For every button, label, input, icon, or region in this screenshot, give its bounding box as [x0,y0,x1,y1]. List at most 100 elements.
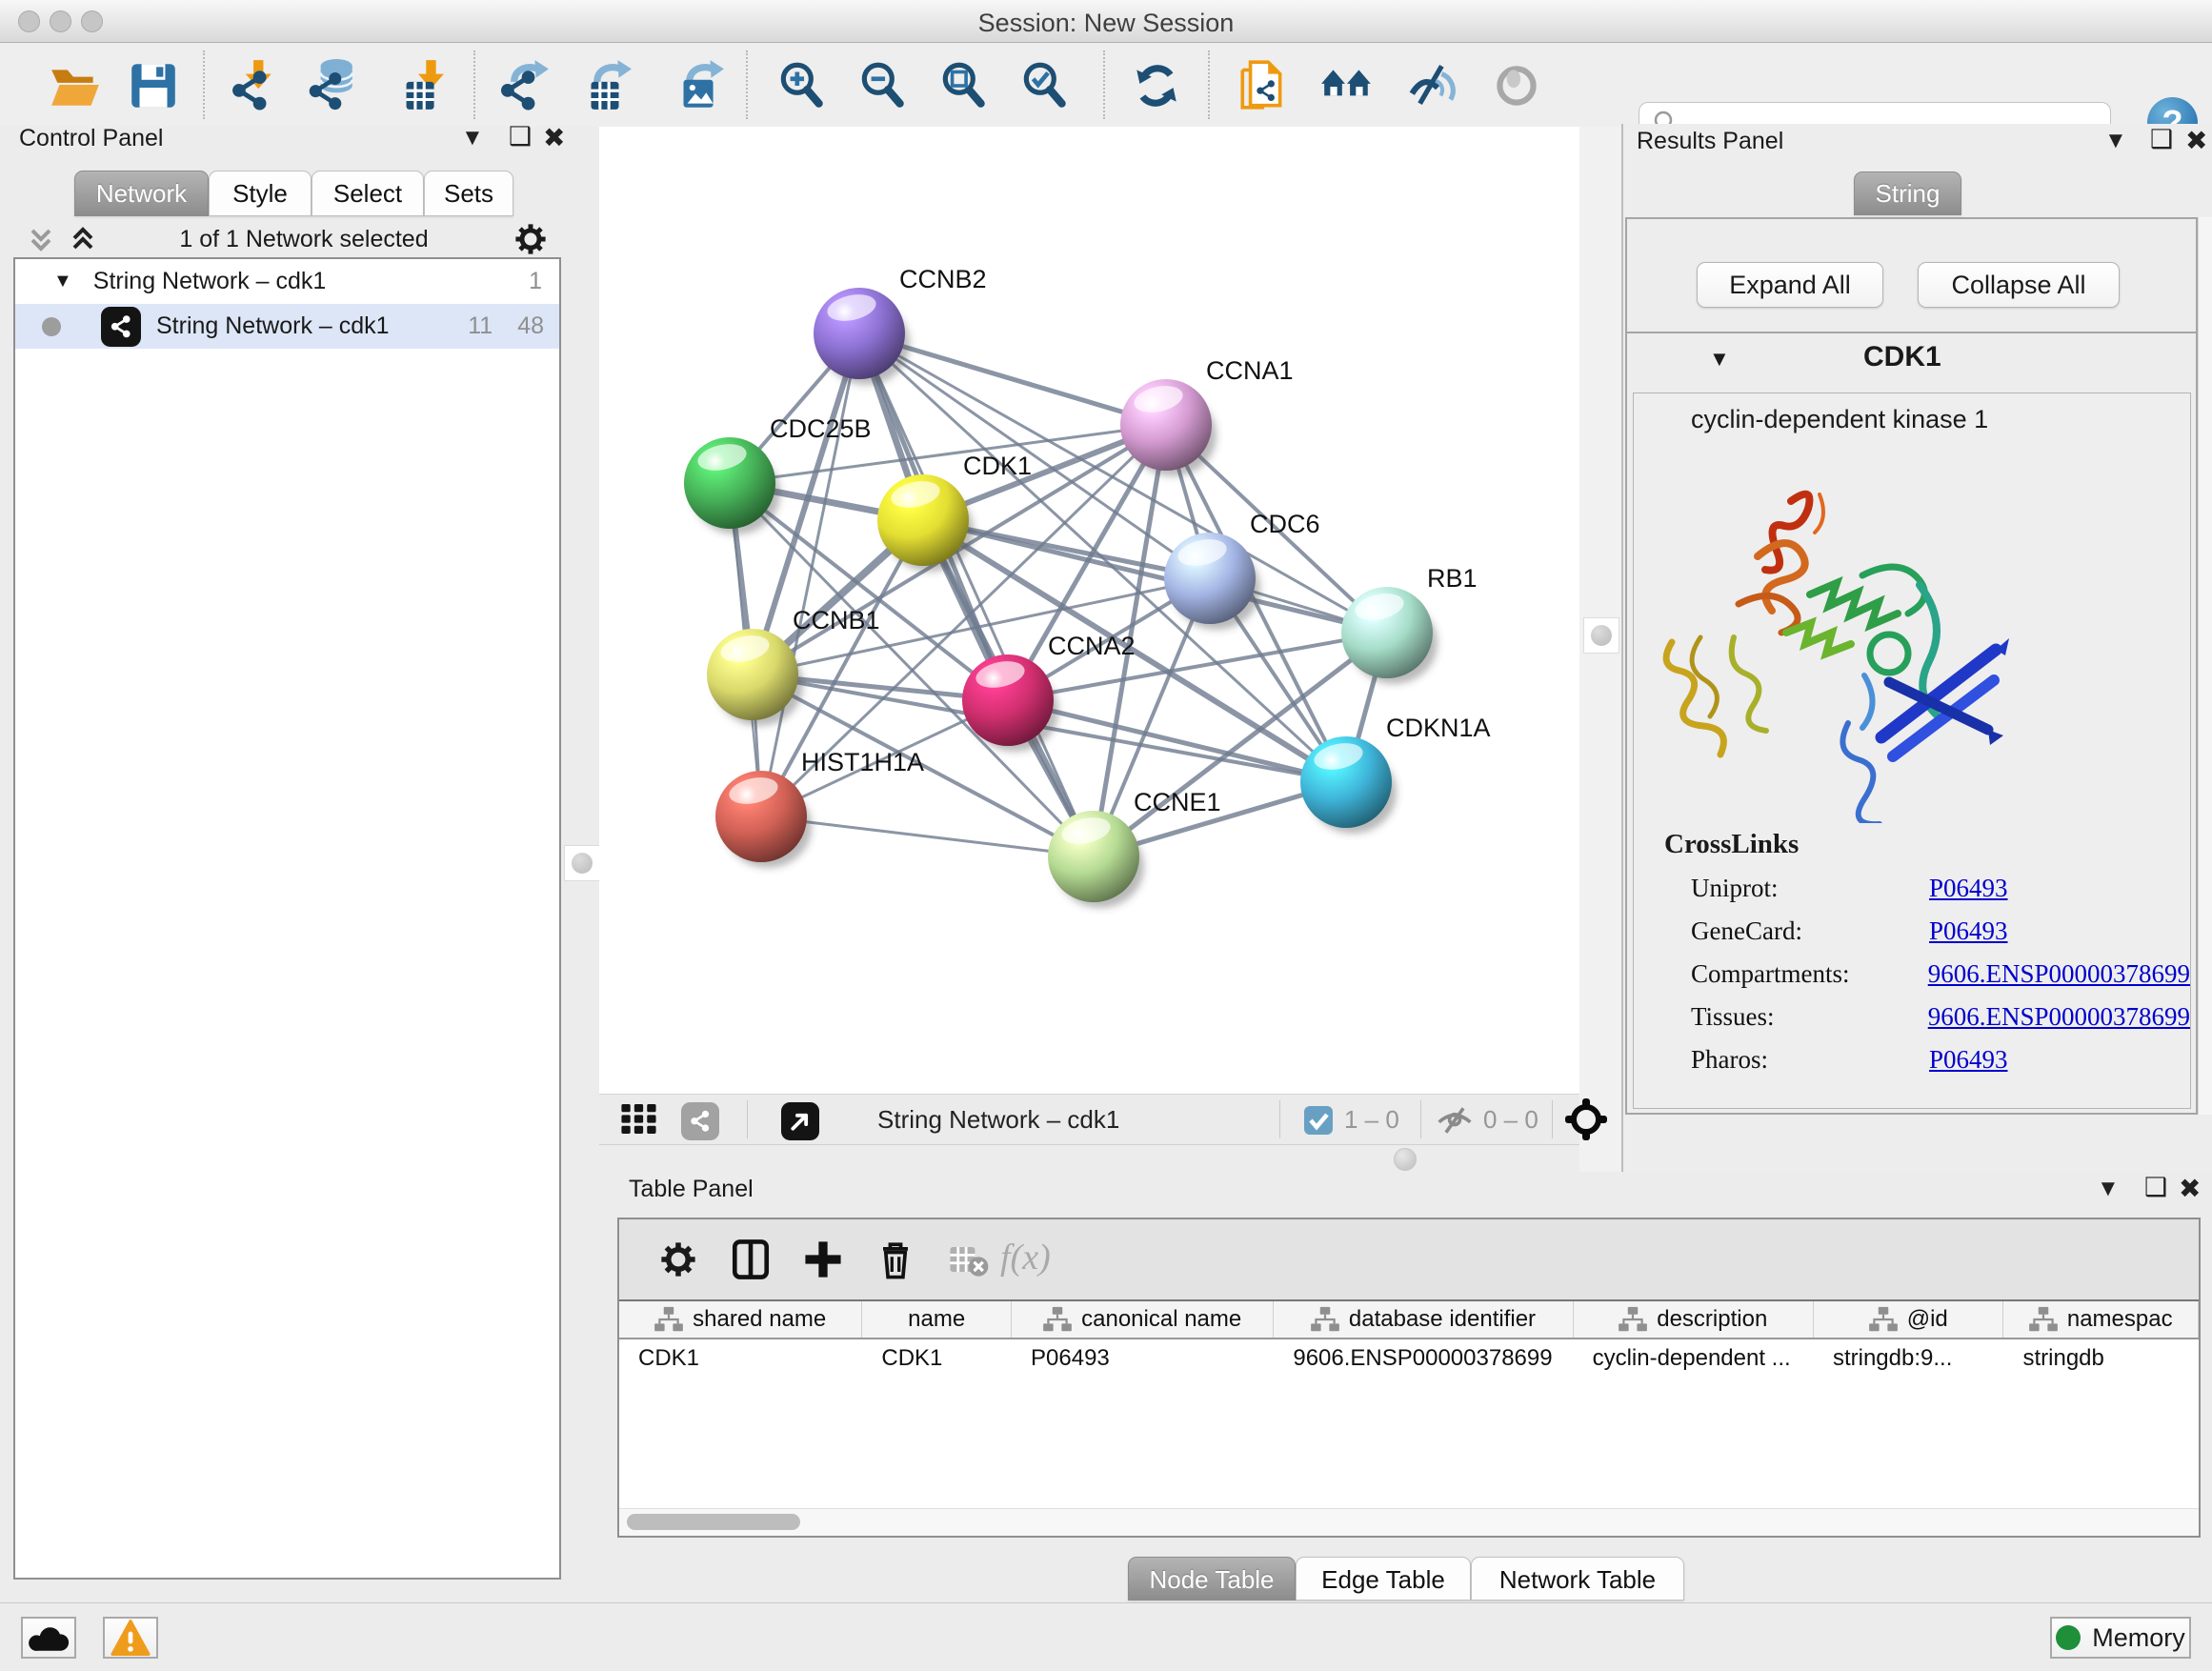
network-row[interactable]: String Network – cdk1 11 48 [15,304,559,349]
crosslink-value[interactable]: 9606.ENSP00000378699 [1928,959,2190,989]
control-panel-float-icon[interactable]: ▼ [461,125,484,151]
crosslink-value[interactable]: P06493 [1929,1045,2008,1075]
control-panel-close-icon[interactable]: ✖ [543,122,565,153]
column-header-@id[interactable]: @id [1814,1301,2004,1338]
string-results-eye-icon[interactable] [1489,58,1544,113]
table-panel-float-icon[interactable]: ▼ [2097,1176,2120,1202]
control-panel-splitter-handle[interactable] [564,845,600,881]
cell-@id[interactable]: stringdb:9... [1814,1339,2004,1378]
detach-view-icon[interactable] [780,1102,820,1140]
results-panel-close-icon[interactable]: ✖ [2185,125,2207,156]
import-table-icon[interactable] [391,58,446,113]
node-CCNE1[interactable] [1048,811,1144,908]
string-home-icon[interactable] [1319,58,1375,113]
selected-checkbox-icon[interactable] [1304,1106,1333,1135]
node-CDK1[interactable] [877,474,974,572]
protein-collapse-triangle-icon[interactable]: ▼ [1709,347,1730,372]
results-splitter-handle[interactable] [1583,617,1619,654]
export-image-icon[interactable] [670,58,725,113]
network-share-icon[interactable] [680,1102,720,1140]
cell-description[interactable]: cyclin-dependent ... [1574,1339,1814,1378]
tab-sets[interactable]: Sets [424,171,513,216]
trash-icon[interactable] [871,1235,920,1284]
control-panel-maximize-icon[interactable]: ❑ [509,122,532,151]
cloud-button[interactable] [21,1617,76,1659]
string-enhance-icon[interactable] [1404,58,1459,113]
network-options-gear-icon[interactable] [509,217,553,261]
collapse-all-networks-icon[interactable] [25,223,57,255]
refresh-icon[interactable] [1129,58,1184,113]
add-column-icon[interactable] [798,1235,848,1284]
selected-node-edge-counts: 1 – 0 [1344,1105,1399,1135]
export-table-icon[interactable] [577,58,633,113]
tab-edge-table[interactable]: Edge Table [1296,1557,1471,1601]
results-panel-maximize-icon[interactable]: ❑ [2150,125,2173,154]
results-panel: Results Panel ▼ ❑ ✖ String Expand All Co… [1621,124,2212,1172]
memory-status-icon [2056,1625,2081,1650]
import-network-file-icon[interactable] [224,58,279,113]
birdseye-grid-icon[interactable] [620,1104,658,1135]
tab-network[interactable]: Network [74,171,209,216]
window-title: Session: New Session [0,9,2212,38]
cell-canonical-name[interactable]: P06493 [1012,1339,1274,1378]
table-panel-maximize-icon[interactable]: ❑ [2144,1173,2167,1202]
collection-collapse-triangle-icon[interactable]: ▼ [53,271,72,292]
node-CCNA1[interactable] [1120,379,1217,476]
tab-node-table[interactable]: Node Table [1128,1557,1296,1601]
columns-icon[interactable] [726,1235,775,1284]
export-network-icon[interactable] [494,58,550,113]
edge-CCNB2-CCNE1[interactable] [859,333,1094,856]
network-collection-row[interactable]: ▼ String Network – cdk1 1 [15,259,559,304]
gear-icon[interactable] [654,1235,703,1284]
column-header-name[interactable]: name [862,1301,1012,1338]
node-HIST1H1A[interactable] [715,771,812,868]
node-CDC6[interactable] [1164,533,1260,630]
import-network-database-icon[interactable] [303,58,358,113]
cell-namespac[interactable]: stringdb [2003,1339,2199,1378]
edge-CCNA2-CDKN1A[interactable] [1008,700,1346,782]
string-import-icon[interactable] [1235,58,1290,113]
crosslink-value[interactable]: P06493 [1929,874,2008,903]
cell-database-identifier[interactable]: 9606.ENSP00000378699 [1274,1339,1573,1378]
tab-network-table[interactable]: Network Table [1471,1557,1684,1601]
cell-shared-name[interactable]: CDK1 [619,1339,862,1378]
zoom-out-icon[interactable] [855,58,911,113]
crosslink-value[interactable]: P06493 [1929,916,2008,946]
column-header-namespac[interactable]: namespac [2003,1301,2199,1338]
table-row[interactable]: CDK1CDK1P064939606.ENSP00000378699cyclin… [619,1339,2199,1378]
protein-section: ▼ CDK1 cyclin-dependent kinase 1 [1627,332,2196,1117]
hidden-eye-slash-icon[interactable] [1436,1106,1474,1135]
network-canvas[interactable]: CCNB2 CCNA1 CDC25B CDK1 CDC6 RB1 CCNB1 C… [599,127,1579,1094]
fit-selected-crosshair-icon[interactable] [1565,1098,1607,1140]
results-panel-float-icon[interactable]: ▼ [2104,128,2127,154]
node-CDC25B[interactable] [684,437,780,534]
results-scrollbar[interactable] [2198,217,2212,1115]
expand-all-button[interactable]: Expand All [1697,262,1883,308]
expand-all-networks-icon[interactable] [67,223,99,255]
zoom-fit-icon[interactable] [936,58,992,113]
tab-string-results[interactable]: String [1854,171,1961,215]
zoom-selected-icon[interactable] [1017,58,1073,113]
zoom-in-icon[interactable] [774,58,830,113]
tab-select[interactable]: Select [312,171,424,216]
table-panel-close-icon[interactable]: ✖ [2179,1173,2201,1204]
column-header-database-identifier[interactable]: database identifier [1274,1301,1573,1338]
memory-button[interactable]: Memory [2050,1617,2191,1659]
cell-name[interactable]: CDK1 [862,1339,1012,1378]
node-label-CCNB2: CCNB2 [899,265,987,293]
table-splitter-dot[interactable] [1394,1148,1417,1171]
column-header-shared-name[interactable]: shared name [619,1301,862,1338]
node-CDKN1A[interactable] [1300,736,1397,834]
column-header-canonical-name[interactable]: canonical name [1012,1301,1274,1338]
shared-column-icon [1869,1306,1898,1333]
toolbar-separator [473,50,475,119]
crosslink-value[interactable]: 9606.ENSP00000378699 [1928,1002,2190,1032]
save-session-icon[interactable] [126,58,181,113]
open-file-icon[interactable] [48,58,103,113]
tab-style[interactable]: Style [209,171,312,216]
warnings-button[interactable] [103,1617,158,1659]
collapse-all-button[interactable]: Collapse All [1918,262,2120,308]
column-header-description[interactable]: description [1574,1301,1814,1338]
table-scrollbar-thumb[interactable] [627,1514,800,1530]
node-RB1[interactable] [1341,587,1438,684]
